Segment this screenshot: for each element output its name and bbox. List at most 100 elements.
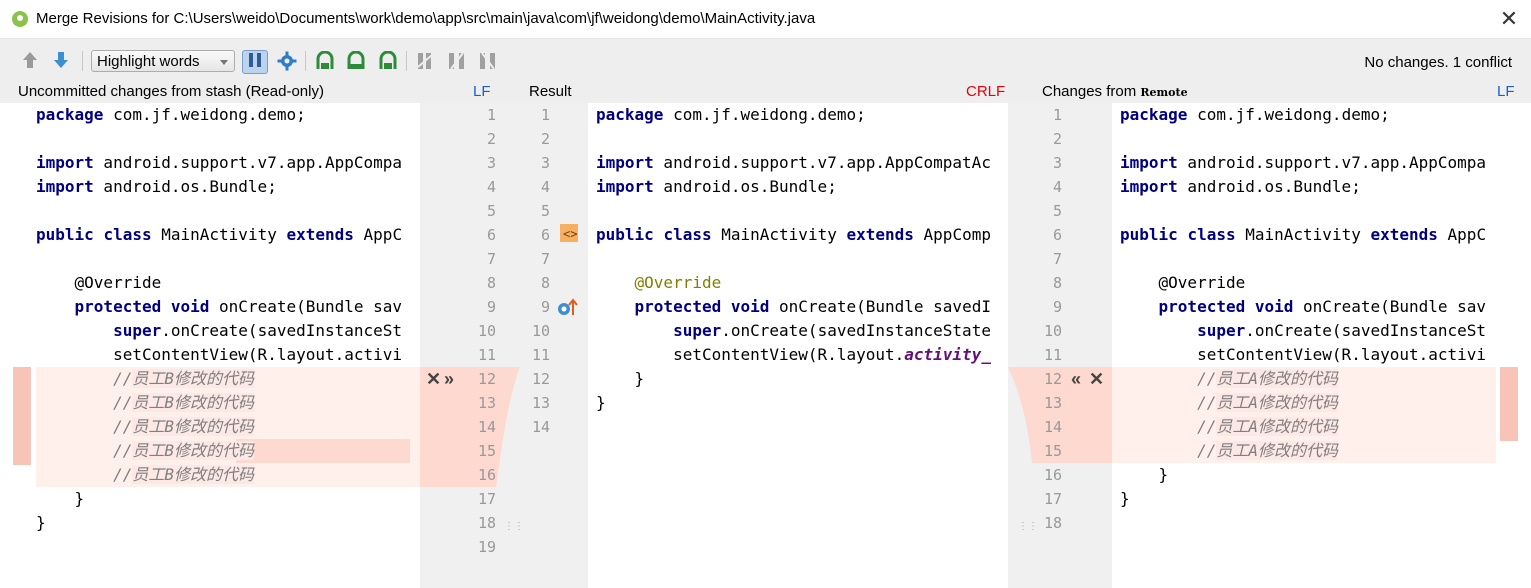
left-code-line[interactable]: import android.support.v7.app.AppCompa	[36, 151, 412, 175]
center-line-number: 3	[540, 154, 550, 172]
right-line-number: 13	[1043, 394, 1062, 412]
left-panel-label: Uncommitted changes from stash (Read-onl…	[18, 83, 324, 100]
right-code-line[interactable]: }	[1120, 487, 1496, 511]
left-code-line[interactable]: //员工B修改的代码	[36, 391, 412, 415]
next-difference-icon[interactable]	[51, 51, 71, 71]
left-code-line[interactable]: //员工B修改的代码	[36, 463, 412, 487]
ignore-whitespace-toggle[interactable]	[242, 50, 268, 74]
left-code-line[interactable]	[36, 247, 412, 271]
drag-handle-icon-right[interactable]: ⋮⋮	[1018, 521, 1038, 537]
left-line-number: 3	[486, 154, 496, 172]
right-code-line[interactable]	[1120, 127, 1496, 151]
center-line-separator[interactable]: CRLF	[966, 83, 1005, 100]
apply-non-conflicting-left-icon[interactable]	[315, 50, 335, 71]
left-code-line[interactable]	[36, 127, 412, 151]
result-code-line[interactable]	[596, 127, 1006, 151]
left-line-number: 15	[477, 442, 496, 460]
left-code-line[interactable]	[36, 199, 412, 223]
result-code-line[interactable]: }	[596, 391, 1006, 415]
right-apply-change-icon[interactable]: «	[1071, 369, 1081, 390]
left-code-line[interactable]: //员工B修改的代码	[36, 439, 412, 463]
center-line-number: 12	[531, 370, 550, 388]
merge-status: No changes. 1 conflict	[1364, 54, 1512, 71]
right-code-line[interactable]: //员工A修改的代码	[1120, 415, 1496, 439]
apply-non-conflicting-right-icon[interactable]	[378, 50, 398, 71]
left-code-line[interactable]: protected void onCreate(Bundle sav	[36, 295, 412, 319]
center-line-number: 4	[540, 178, 550, 196]
result-code-editor[interactable]: package com.jf.weidong.demo; import andr…	[596, 103, 1006, 439]
override-method-icon[interactable]	[557, 297, 579, 317]
center-right-gutter: 1 2 3 4 5 6 7 8 9 10 11 12 13 14 15 16 17 18 « ✕ ⋮⋮	[1008, 103, 1112, 588]
left-code-line[interactable]: @Override	[36, 271, 412, 295]
result-code-line[interactable]: public class MainActivity extends AppCom…	[596, 223, 1006, 247]
conflict-marker-icon[interactable]: <>	[559, 223, 579, 243]
left-code-line[interactable]: import android.os.Bundle;	[36, 175, 412, 199]
left-code-line[interactable]: package com.jf.weidong.demo;	[36, 103, 412, 127]
left-reject-change-icon[interactable]: ✕	[426, 369, 441, 390]
right-code-line[interactable]: super.onCreate(savedInstanceSt	[1120, 319, 1496, 343]
result-code-line[interactable]	[596, 247, 1006, 271]
result-code-line[interactable]	[596, 199, 1006, 223]
right-code-line[interactable]	[1120, 511, 1496, 535]
apply-non-conflicting-all-icon[interactable]	[346, 50, 366, 71]
result-code-line[interactable]: protected void onCreate(Bundle savedI	[596, 295, 1006, 319]
right-panel-label-prefix: Changes from	[1042, 83, 1137, 100]
previous-difference-icon[interactable]	[20, 51, 40, 71]
right-code-line[interactable]	[1120, 199, 1496, 223]
result-code-line[interactable]: import android.os.Bundle;	[596, 175, 1006, 199]
center-line-number: 6	[540, 226, 550, 244]
magic-resolve-left-icon[interactable]	[416, 51, 436, 71]
right-code-editor[interactable]: package com.jf.weidong.demo; import andr…	[1120, 103, 1496, 535]
left-code-editor[interactable]: package com.jf.weidong.demo; import andr…	[36, 103, 412, 559]
right-code-line[interactable]	[1120, 247, 1496, 271]
right-code-line[interactable]: protected void onCreate(Bundle sav	[1120, 295, 1496, 319]
right-line-number: 4	[1052, 178, 1062, 196]
magic-resolve-center-icon[interactable]	[447, 51, 467, 71]
left-code-line[interactable]: setContentView(R.layout.activi	[36, 343, 412, 367]
left-apply-change-icon[interactable]: »	[444, 369, 454, 390]
result-code-line[interactable]: setContentView(R.layout.activity_	[596, 343, 1006, 367]
right-code-line[interactable]: import android.os.Bundle;	[1120, 175, 1496, 199]
left-line-separator[interactable]: LF	[473, 83, 491, 100]
result-code-line[interactable]: }	[596, 367, 1006, 391]
panel-labels: Uncommitted changes from stash (Read-onl…	[0, 83, 1531, 103]
right-code-line[interactable]: public class MainActivity extends AppC	[1120, 223, 1496, 247]
right-code-line[interactable]: import android.support.v7.app.AppCompa	[1120, 151, 1496, 175]
left-code-line[interactable]: //员工B修改的代码	[36, 367, 412, 391]
left-code-line[interactable]: public class MainActivity extends AppC	[36, 223, 412, 247]
right-line-separator[interactable]: LF	[1497, 83, 1515, 100]
center-line-number: 7	[540, 250, 550, 268]
right-code-line[interactable]: //员工A修改的代码	[1120, 391, 1496, 415]
right-line-number: 2	[1052, 130, 1062, 148]
right-code-line[interactable]: //员工A修改的代码	[1120, 439, 1496, 463]
right-code-line[interactable]: //员工A修改的代码	[1120, 367, 1496, 391]
left-code-line[interactable]: //员工B修改的代码	[36, 415, 412, 439]
right-code-line[interactable]: setContentView(R.layout.activi	[1120, 343, 1496, 367]
highlight-mode-dropdown[interactable]: Highlight words	[91, 50, 235, 72]
settings-gear-icon[interactable]	[277, 51, 297, 71]
center-line-number: 8	[540, 274, 550, 292]
left-code-line[interactable]: }	[36, 487, 412, 511]
result-code-line[interactable]: package com.jf.weidong.demo;	[596, 103, 1006, 127]
right-code-line[interactable]: @Override	[1120, 271, 1496, 295]
drag-handle-icon[interactable]: ⋮⋮	[504, 521, 524, 537]
left-code-line[interactable]: super.onCreate(savedInstanceSt	[36, 319, 412, 343]
right-line-number: 1	[1052, 106, 1062, 124]
right-conflict-marker	[1500, 367, 1518, 441]
right-line-number: 3	[1052, 154, 1062, 172]
result-code-line[interactable]	[596, 415, 1006, 439]
close-icon[interactable]: ✕	[1496, 6, 1522, 32]
result-code-line[interactable]: import android.support.v7.app.AppCompatA…	[596, 151, 1006, 175]
right-code-line[interactable]: }	[1120, 463, 1496, 487]
result-code-line[interactable]: @Override	[596, 271, 1006, 295]
center-line-number: 9	[540, 298, 550, 316]
magic-resolve-right-icon[interactable]	[478, 51, 498, 71]
right-reject-change-icon[interactable]: ✕	[1089, 369, 1104, 390]
left-code-line[interactable]: }	[36, 511, 412, 535]
left-code-line[interactable]	[36, 535, 412, 559]
right-code-line[interactable]: package com.jf.weidong.demo;	[1120, 103, 1496, 127]
result-code-line[interactable]: super.onCreate(savedInstanceState	[596, 319, 1006, 343]
left-line-number: 1	[486, 106, 496, 124]
toolbar: Highlight words No changes. 1 conflict	[0, 39, 1531, 83]
left-line-number: 18	[477, 514, 496, 532]
